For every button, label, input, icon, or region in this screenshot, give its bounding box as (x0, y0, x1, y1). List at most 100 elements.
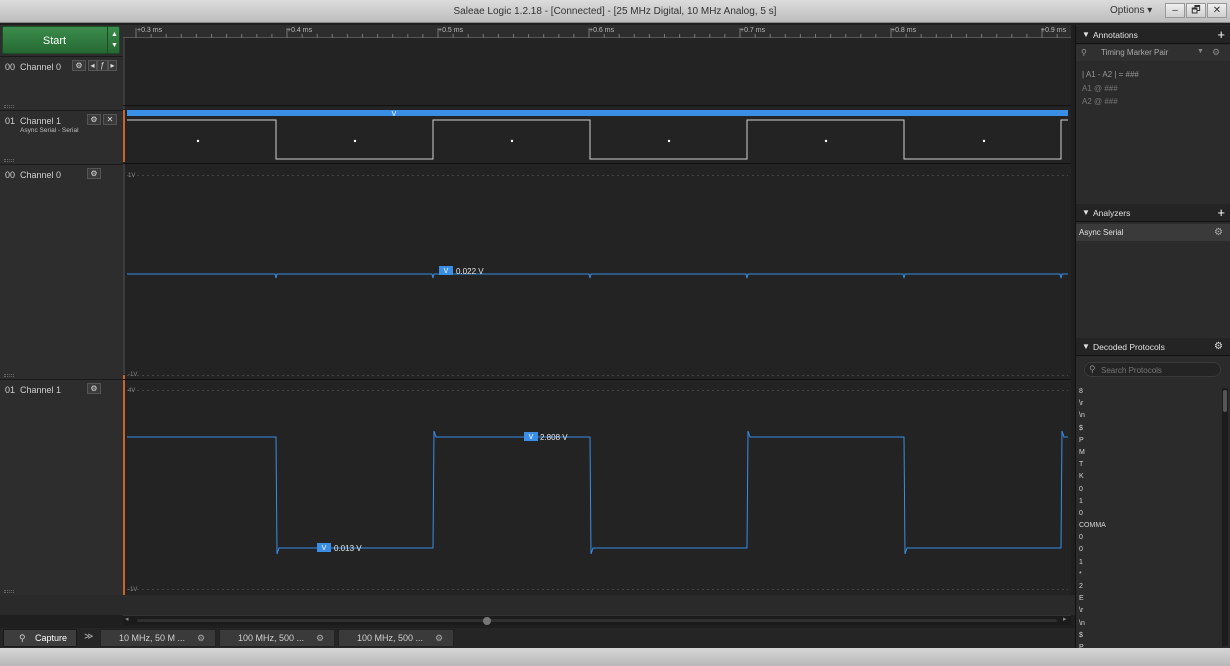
gear-icon[interactable]: ⚙ (435, 630, 443, 646)
restore-button[interactable]: 🗗 (1186, 3, 1206, 18)
decoded-item[interactable]: 8 (1076, 386, 1221, 398)
decoded-item[interactable]: * (1076, 569, 1221, 581)
time-ruler[interactable]: +0.3 ms +0.4 ms +0.5 ms +0.6 ms +0.7 ms … (123, 25, 1071, 38)
next-edge-icon[interactable]: ▸ (108, 60, 117, 71)
annotations-header[interactable]: ▼ Annotations + (1076, 26, 1230, 44)
decoded-item[interactable]: 1 (1076, 557, 1221, 569)
decoded-item[interactable]: COMMA (1076, 520, 1221, 532)
tab-capture[interactable]: ⚲ Capture (3, 629, 77, 647)
decoded-item[interactable]: $ (1076, 423, 1221, 435)
gear-icon[interactable]: ⚙ (87, 383, 101, 394)
decoded-item[interactable]: K (1076, 471, 1221, 483)
trigger-edge-icon[interactable]: ƒ (97, 60, 108, 71)
channel-row-digital-1[interactable]: 01 Channel 1 Async Serial - Serial ⚙ ✕ (0, 110, 123, 164)
drag-handle[interactable] (4, 105, 14, 108)
search-placeholder: Search Protocols (1101, 366, 1162, 375)
gear-icon[interactable]: ⚙ (197, 630, 205, 646)
decoded-item[interactable]: 1 (1076, 496, 1221, 508)
measure-value: 2.808 V (540, 433, 568, 442)
decode-dot (196, 139, 200, 143)
gear-icon[interactable]: ⚙ (87, 168, 101, 179)
scroll-thumb[interactable] (483, 617, 491, 625)
collapse-icon[interactable]: ▼ (1082, 208, 1090, 217)
decoded-item[interactable]: 0 (1076, 508, 1221, 520)
session-tab[interactable]: 10 MHz, 50 M ... ⚙ (100, 629, 216, 647)
close-button[interactable]: ✕ (1207, 3, 1227, 18)
drag-handle[interactable] (4, 590, 14, 593)
decoded-protocols-list[interactable]: 8 \r \n $ P M T K 0 1 0 COMMA 0 0 1 * 2 E \r \n $ P (1076, 386, 1221, 648)
marker-pair-label: Timing Marker Pair (1101, 48, 1169, 57)
gear-icon[interactable]: ⚙ (87, 114, 101, 125)
measure-badge-label: V (444, 268, 449, 275)
start-button[interactable]: Start ▲ ▼ (2, 26, 120, 54)
channel-row-digital-0[interactable]: 00 Channel 0 ⚙ ◂ ƒ ▸ (0, 56, 123, 110)
gear-icon[interactable]: ⚙ (72, 60, 86, 71)
decoded-item[interactable]: \n (1076, 618, 1221, 630)
decoded-protocols-header[interactable]: ▼ Decoded Protocols ⚙ (1076, 338, 1230, 356)
expand-tabs-button[interactable]: ≫ (84, 631, 93, 642)
prev-edge-icon[interactable]: ◂ (88, 60, 97, 71)
decoded-protocols-title: Decoded Protocols (1093, 342, 1165, 352)
scroll-track[interactable] (137, 619, 1057, 622)
channel-row-analog-1[interactable]: 01 Channel 1 ⚙ (0, 379, 123, 595)
start-options-toggle[interactable]: ▲ ▼ (107, 27, 121, 53)
drag-handle[interactable] (4, 159, 14, 162)
collapse-icon[interactable]: ▼ (1082, 342, 1090, 351)
measure-badge-label: V (322, 545, 327, 552)
session-tab[interactable]: 100 MHz, 500 ... ⚙ (219, 629, 335, 647)
start-label: Start (42, 35, 67, 47)
channel-row-analog-0[interactable]: 00 Channel 0 ⚙ (0, 164, 123, 379)
search-protocols-input[interactable]: ⚲ Search Protocols (1084, 362, 1221, 377)
gear-icon[interactable]: ⚙ (1214, 227, 1223, 238)
minimize-button[interactable]: – (1165, 3, 1185, 18)
session-tab-label: 10 MHz, 50 M ... (119, 633, 186, 643)
drag-handle[interactable] (4, 374, 14, 377)
add-analyzer-button[interactable]: + (1217, 205, 1225, 220)
decode-dot (667, 139, 671, 143)
decoded-item[interactable]: \r (1076, 398, 1221, 410)
measure-badge-label: V (529, 434, 534, 441)
decoded-item[interactable]: $ (1076, 630, 1221, 642)
scroll-thumb[interactable] (1223, 390, 1227, 412)
channel-name[interactable]: Channel 0 (20, 170, 61, 180)
decoded-item[interactable]: \r (1076, 605, 1221, 617)
marker-pair-row[interactable]: ⚲ Timing Marker Pair ▼ ⚙ (1076, 45, 1230, 61)
analyzer-bar[interactable] (127, 110, 1068, 116)
options-menu[interactable]: Options ▾ (1106, 5, 1156, 16)
decoded-item[interactable]: \n (1076, 410, 1221, 422)
decoded-item[interactable]: T (1076, 459, 1221, 471)
decoded-item[interactable]: 0 (1076, 544, 1221, 556)
analyzer-item[interactable]: Async Serial ⚙ (1076, 224, 1230, 241)
collapse-icon[interactable]: ▼ (1082, 30, 1090, 39)
axis-top-label: 4V (128, 388, 135, 394)
search-icon: ⚲ (1089, 364, 1096, 374)
channel-name[interactable]: Channel 1 (20, 385, 61, 395)
close-icon[interactable]: ✕ (103, 114, 117, 125)
scroll-right-icon[interactable]: ▸ (1063, 615, 1067, 623)
channel-number: 00 (5, 62, 16, 72)
gear-icon[interactable]: ⚙ (1212, 47, 1220, 58)
time-tick-label: +0.6 ms (589, 27, 615, 34)
axis-bottom-label: -1V (128, 372, 137, 378)
gear-icon[interactable]: ⚙ (316, 630, 324, 646)
decoded-item[interactable]: P (1076, 435, 1221, 447)
gear-icon[interactable]: ⚙ (1214, 341, 1223, 352)
decoded-item[interactable]: E (1076, 593, 1221, 605)
decoded-item[interactable]: P (1076, 642, 1221, 648)
add-annotation-button[interactable]: + (1217, 27, 1225, 42)
dropdown-icon[interactable]: ▼ (1197, 48, 1204, 55)
session-tab[interactable]: 100 MHz, 500 ... ⚙ (338, 629, 454, 647)
analyzer-name: Async Serial (1079, 228, 1124, 237)
decoded-item[interactable]: 2 (1076, 581, 1221, 593)
analyzers-header[interactable]: ▼ Analyzers + (1076, 204, 1230, 222)
decoded-item[interactable]: 0 (1076, 532, 1221, 544)
scroll-left-icon[interactable]: ◂ (125, 615, 129, 623)
app-window: Saleae Logic 1.2.18 - [Connected] - [25 … (0, 0, 1230, 666)
horizontal-scrollbar[interactable]: ◂ ▸ (123, 615, 1071, 625)
decoded-item[interactable]: 0 (1076, 484, 1221, 496)
decoded-item[interactable]: M (1076, 447, 1221, 459)
waveform-view[interactable]: V 1V -1V V 0.022 V 4V -1V V 2.808 V V 0.… (123, 38, 1071, 595)
vertical-scrollbar[interactable] (1222, 388, 1228, 646)
channel-name[interactable]: Channel 0 (20, 62, 61, 72)
channel-name[interactable]: Channel 1 (20, 116, 61, 126)
